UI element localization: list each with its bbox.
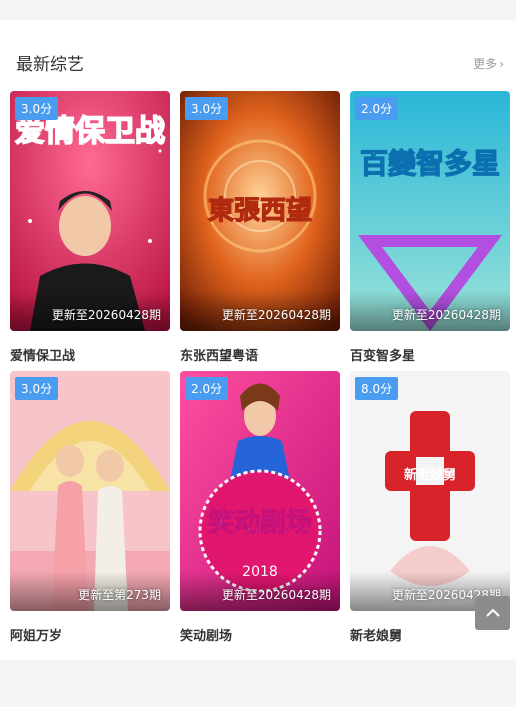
poster-text: 百變智多星: [360, 147, 500, 180]
update-status: 更新至20260428期: [51, 308, 161, 322]
show-card[interactable]: 笑动剧场 2018 2.0分 更新至20260428期 笑动剧场: [180, 371, 340, 644]
show-title[interactable]: 阿姐万岁: [10, 625, 170, 644]
score-badge: 2.0分: [185, 377, 229, 400]
more-label: 更多: [473, 57, 498, 71]
chevron-right-icon: ›: [499, 57, 504, 71]
back-to-top-button[interactable]: [475, 596, 510, 630]
show-card[interactable]: 東張西望 3.0分 更新至20260428期 东张西望粤语: [180, 91, 340, 364]
score-badge: 3.0分: [15, 97, 59, 120]
poster-text: 新老娘舅: [404, 467, 456, 483]
show-title[interactable]: 百变智多星: [350, 345, 510, 364]
show-card[interactable]: 3.0分 更新至第273期 阿姐万岁: [10, 371, 170, 644]
show-poster[interactable]: 東張西望 3.0分 更新至20260428期: [180, 91, 340, 331]
poster-text: 東張西望: [208, 196, 312, 226]
more-link[interactable]: 更多 ›: [473, 55, 504, 72]
score-badge: 3.0分: [15, 377, 59, 400]
poster-text: 笑动剧场: [208, 507, 312, 538]
show-card[interactable]: 爱情保卫战 3.0分 更新至20260428期 爱情保卫战: [10, 91, 170, 364]
show-poster[interactable]: 爱情保卫战 3.0分 更新至20260428期: [10, 91, 170, 331]
show-poster[interactable]: 新老娘舅 8.0分 更新至20260428期: [350, 371, 510, 611]
show-card[interactable]: 百變智多星 2.0分 更新至20260428期 百变智多星: [350, 91, 510, 364]
show-title[interactable]: 东张西望粤语: [180, 345, 340, 364]
show-title[interactable]: 爱情保卫战: [10, 345, 170, 364]
show-poster[interactable]: 百變智多星 2.0分 更新至20260428期: [350, 91, 510, 331]
update-status: 更新至20260428期: [221, 588, 331, 602]
update-status: 更新至20260428期: [391, 308, 501, 322]
score-badge: 3.0分: [185, 97, 229, 120]
score-badge: 2.0分: [355, 97, 399, 120]
show-poster[interactable]: 笑动剧场 2018 2.0分 更新至20260428期: [180, 371, 340, 611]
section-title: 最新综艺: [16, 55, 84, 75]
show-poster[interactable]: 3.0分 更新至第273期: [10, 371, 170, 611]
score-badge: 8.0分: [355, 377, 399, 400]
show-title[interactable]: 笑动剧场: [180, 625, 340, 644]
bottom-gap: [0, 660, 516, 707]
chevron-up-icon: [485, 608, 500, 617]
update-status: 更新至第273期: [78, 588, 161, 602]
update-status: 更新至20260428期: [221, 308, 331, 322]
top-gap: [0, 0, 516, 20]
